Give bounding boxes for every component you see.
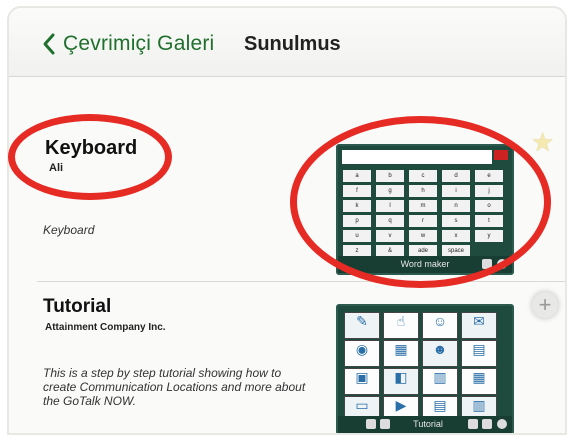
grid-icon [366,419,376,429]
keyboard-key: g [376,185,404,197]
tile-picture-icon: ◧ [394,369,408,385]
thumbnail-footer: Tutorial [338,416,512,433]
keyboard-key: y [475,230,503,242]
grid-icon [482,259,492,269]
tutorial-tile: ☺ [422,312,458,339]
item-author: Attainment Company Inc. [45,322,166,333]
tutorial-tile: ▤ [461,340,497,367]
keyboard-key: h [409,185,437,197]
page-title: Sunulmus [244,33,341,55]
keyboard-key: j [475,185,503,197]
tutorial-tile: ◧ [383,368,419,395]
add-icon[interactable]: + [532,292,558,318]
tile-picture-icon: ☝ [396,313,406,329]
tile-picture-icon: ☻ [432,341,448,357]
keyboard-key: r [409,215,437,227]
back-button[interactable]: Çevrimiçi Galeri [41,30,214,58]
app-window: Çevrimiçi Galeri Sunulmus Keyboard Ali K… [7,6,567,435]
keyboard-key: f [343,185,371,197]
keyboard-key: t [475,215,503,227]
tile-picture-icon: ▥ [472,397,486,413]
tile-picture-icon: ▤ [433,397,447,413]
tile-picture-icon: ◉ [355,341,369,357]
tile-picture-icon: ▦ [394,341,408,357]
tutorial-tile: ✎ [344,312,380,339]
keyboard-key: i [442,185,470,197]
item-author: Ali [49,162,64,174]
keyboard-key: m [409,200,437,212]
item-description: This is a step by step tutorial showing … [43,366,306,408]
navigation-bar: Çevrimiçi Galeri Sunulmus [9,8,565,77]
thumbnail-footer: Word maker [338,256,512,273]
play-icon [497,259,507,269]
chevron-left-icon [43,33,55,55]
tile-picture-icon: ▥ [433,369,447,385]
keyboard-key: c [409,170,437,182]
item-description: Keyboard [43,223,95,237]
list-item-tutorial[interactable]: Tutorial Attainment Company Inc. This is… [9,282,565,433]
keyboard-key: k [343,200,371,212]
keyboard-key: a [343,170,371,182]
tutorial-tile: ▦ [461,368,497,395]
tutorial-tile: ▦ [383,340,419,367]
back-button-label: Çevrimiçi Galeri [63,32,215,55]
tile-picture-icon: ✉ [473,313,485,329]
keyboard-key: s [442,215,470,227]
item-title: Keyboard [45,137,138,159]
tile-picture-icon: ▤ [472,341,486,357]
keyboard-key: v [376,230,404,242]
play-icon [497,419,507,429]
tutorial-tile: ▥ [422,368,458,395]
item-title: Tutorial [43,296,112,317]
grid-icon [482,419,492,429]
tutorial-thumbnail[interactable]: ✎ ☝ ☺ ✉ ◉ ▦ ☻ ▤ ▣ ◧ ▥ ▦ ▭ ▶ ▤ ▥ Tutorial [336,304,514,433]
tile-picture-icon: ▭ [355,397,369,413]
keyboard-thumbnail[interactable]: a b c d e f g h i j k l m n o p q r s t u v w x y z & ade space Word… [336,144,514,275]
tutorial-tile: ✉ [461,312,497,339]
keyboard-key: p [343,215,371,227]
keyboard-key: d [442,170,470,182]
text-field-preview [342,150,492,164]
tile-picture-icon: ▣ [355,369,369,385]
tile-picture-icon: ☺ [432,313,448,329]
thumbnail-footer-label: Word maker [400,259,450,269]
keyboard-key: u [343,230,371,242]
list-item-keyboard[interactable]: Keyboard Ali Keyboard abcde fghij klmno pqr… [9,77,565,287]
list-icon [380,419,390,429]
keyboard-key: x [442,230,470,242]
tile-picture-icon: ▶ [395,397,407,413]
keyboard-key: w [409,230,437,242]
tutorial-tile: ☻ [422,340,458,367]
gallery-list: Keyboard Ali Keyboard abcde fghij klmno pqr… [9,77,565,433]
keyboard-key: n [442,200,470,212]
star-icon[interactable]: ★ [531,127,554,158]
tutorial-tile: ▣ [344,368,380,395]
keyboard-key: l [376,200,404,212]
delete-key-preview [494,150,508,160]
keyboard-key: o [475,200,503,212]
tile-picture-icon: ✎ [356,313,368,329]
keyboard-key: e [475,170,503,182]
keyboard-key: b [376,170,404,182]
keyboard-key: q [376,215,404,227]
thumbnail-footer-label: Tutorial [413,419,443,429]
grid-icon [468,419,478,429]
tutorial-tile: ◉ [344,340,380,367]
tile-picture-icon: ▦ [472,369,486,385]
tutorial-tile: ☝ [383,312,419,339]
